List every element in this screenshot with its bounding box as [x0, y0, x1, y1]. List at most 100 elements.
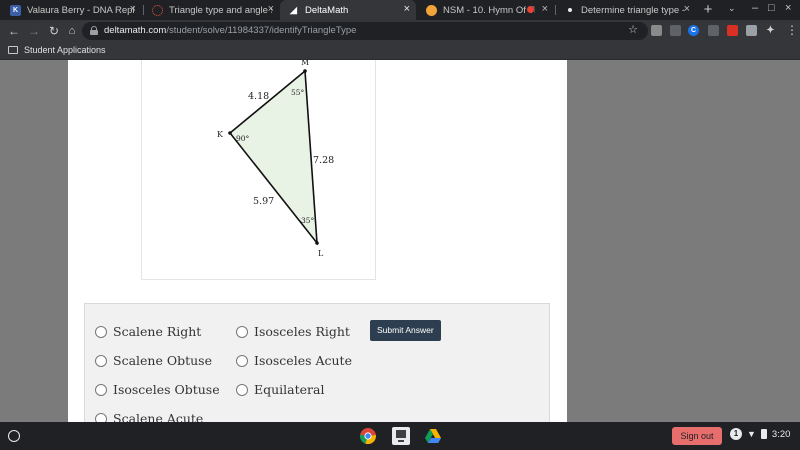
triangle-figure: M K L 4.18 7.28 5.97 55° 90° 35°	[141, 60, 376, 280]
launcher-icon[interactable]	[8, 430, 20, 442]
angle-l-label: 35°	[301, 216, 315, 225]
option-scalene-acute[interactable]: Scalene Acute	[95, 411, 203, 422]
angle-m-label: 55°	[291, 88, 305, 97]
browser-toolbar: ← → ↻ ⌂ deltamath.com/student/solve/1198…	[0, 20, 800, 42]
page-viewport: M K L 4.18 7.28 5.97 55° 90° 35° Scalene…	[0, 60, 800, 422]
option-scalene-obtuse[interactable]: Scalene Obtuse	[95, 353, 212, 368]
loading-icon	[152, 4, 163, 16]
status-tray[interactable]: 1 ▼ 3:20	[730, 428, 790, 440]
tab-title: Determine triangle type - Brainly	[581, 4, 688, 16]
vertex-m-label: M	[301, 60, 309, 67]
google-drive-icon[interactable]	[424, 427, 442, 445]
radio-button[interactable]	[95, 383, 107, 396]
tab-title: Valaura Berry - DNA Replication	[27, 4, 134, 16]
option-label: Scalene Obtuse	[113, 353, 212, 368]
folder-icon	[8, 46, 18, 54]
tab-title: Triangle type and angle sum pr	[169, 4, 272, 16]
answer-options-panel: Scalene Right Isosceles Right Submit Ans…	[84, 303, 550, 422]
vertex-l-label: L	[318, 249, 324, 258]
sign-out-button[interactable]: Sign out	[672, 427, 722, 445]
close-icon[interactable]: ×	[404, 3, 410, 15]
extension-icon[interactable]	[651, 25, 662, 36]
radio-button[interactable]	[95, 325, 107, 338]
wifi-icon: ▼	[747, 429, 756, 439]
radio-button[interactable]	[236, 383, 248, 396]
vertex-k-label: K	[217, 130, 224, 139]
option-label: Scalene Acute	[113, 411, 204, 422]
bookmark-star-icon[interactable]: ☆	[628, 23, 638, 36]
chrome-icon[interactable]	[359, 427, 377, 445]
address-bar[interactable]: deltamath.com/student/solve/11984337/ide…	[82, 22, 648, 40]
deltamath-icon: ◢	[290, 4, 297, 15]
extension-icon[interactable]	[670, 25, 681, 36]
close-window-icon[interactable]: ×	[785, 2, 791, 14]
radio-button[interactable]	[95, 412, 107, 422]
new-tab-button[interactable]: +	[700, 0, 716, 20]
option-label: Isosceles Right	[254, 324, 350, 339]
tab-deltamath[interactable]: ◢ DeltaMath ×	[280, 0, 416, 20]
tab-search-icon[interactable]: ⌄	[728, 3, 736, 14]
option-equilateral[interactable]: Equilateral	[236, 382, 324, 397]
radio-button[interactable]	[236, 325, 248, 338]
option-label: Isosceles Obtuse	[113, 382, 220, 397]
classroom-app-icon[interactable]	[392, 427, 410, 445]
brainly-icon	[564, 5, 575, 16]
radio-button[interactable]	[95, 354, 107, 367]
side-km-label: 4.18	[248, 91, 269, 102]
extension-icon[interactable]	[746, 25, 757, 36]
clock-time: 3:20	[771, 428, 791, 440]
option-isosceles-right[interactable]: Isosceles Right	[236, 324, 350, 339]
music-icon	[426, 4, 437, 16]
url-path: /student/solve/11984337/identifyTriangle…	[166, 25, 357, 36]
page-gutter-left	[0, 60, 68, 422]
lock-icon	[90, 26, 98, 35]
option-label: Equilateral	[254, 382, 325, 397]
close-icon[interactable]: ×	[542, 3, 548, 15]
option-isosceles-acute[interactable]: Isosceles Acute	[236, 353, 352, 368]
home-button[interactable]: ⌂	[64, 22, 80, 40]
notification-badge[interactable]: 1	[730, 428, 742, 440]
option-isosceles-obtuse[interactable]: Isosceles Obtuse	[95, 382, 220, 397]
tab-title: DeltaMath	[305, 4, 349, 16]
back-button[interactable]: ←	[6, 22, 22, 40]
side-kl-label: 5.97	[253, 196, 274, 207]
extension-icon[interactable]	[708, 25, 719, 36]
recording-dot-icon	[527, 6, 534, 13]
angle-k-label: 90°	[236, 134, 250, 143]
tab-nsm-hymn[interactable]: NSM - 10. Hymn Of Thanksgiving ×	[418, 0, 554, 20]
bookmarks-bar: Student Applications	[0, 42, 800, 60]
url-text[interactable]: deltamath.com/student/solve/11984337/ide…	[104, 25, 356, 36]
close-icon[interactable]: ×	[130, 3, 136, 15]
radio-button[interactable]	[236, 354, 248, 367]
page-gutter-right	[567, 60, 800, 422]
close-icon[interactable]: ×	[684, 3, 690, 15]
extension-c-icon[interactable]: C	[688, 25, 699, 36]
side-ml-label: 7.28	[313, 155, 334, 166]
tab-triangle-type[interactable]: Triangle type and angle sum pr ×	[144, 0, 280, 20]
os-shelf: Sign out 1 ▼ 3:20	[0, 422, 800, 450]
minimize-icon[interactable]: –	[752, 2, 758, 14]
extension-red-icon[interactable]	[727, 25, 738, 36]
bookmark-folder-student-applications[interactable]: Student Applications	[8, 45, 106, 55]
forward-button[interactable]: →	[26, 22, 42, 40]
submit-answer-button[interactable]: Submit Answer	[370, 320, 441, 341]
triangle-diagram: M K L 4.18 7.28 5.97 55° 90° 35°	[217, 60, 334, 258]
k-icon: K	[10, 4, 21, 16]
url-host: deltamath.com	[104, 25, 167, 36]
battery-icon	[760, 429, 767, 439]
problem-content: M K L 4.18 7.28 5.97 55° 90° 35° Scalene…	[68, 60, 567, 422]
tab-title: NSM - 10. Hymn Of Thanksgiving	[443, 4, 535, 16]
vertex-k-point	[228, 131, 232, 135]
option-scalene-right[interactable]: Scalene Right	[95, 324, 201, 339]
option-label: Scalene Right	[113, 324, 202, 339]
tab-dna-replication[interactable]: K Valaura Berry - DNA Replication ×	[2, 0, 142, 20]
bookmark-label: Student Applications	[24, 45, 106, 55]
more-menu-icon[interactable]: ⋮	[786, 23, 798, 37]
close-icon[interactable]: ×	[268, 3, 274, 15]
puzzle-icon[interactable]: ✦	[765, 25, 776, 36]
tab-strip: K Valaura Berry - DNA Replication × Tria…	[0, 0, 800, 20]
tab-brainly[interactable]: Determine triangle type - Brainly ×	[556, 0, 696, 20]
vertex-m-point	[303, 69, 307, 73]
reload-button[interactable]: ↻	[46, 22, 62, 40]
maximize-icon[interactable]: □	[768, 2, 775, 14]
